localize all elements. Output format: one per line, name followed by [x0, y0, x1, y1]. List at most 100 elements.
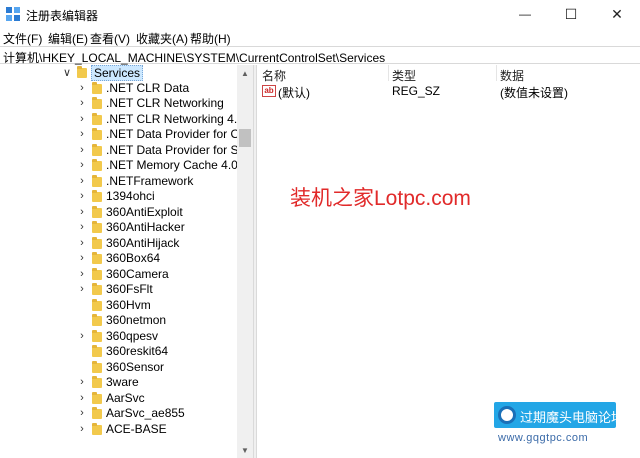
folder-icon — [92, 112, 102, 125]
folder-icon — [92, 407, 102, 419]
value-row[interactable]: ab (默认) REG_SZ (数值未设置) — [258, 83, 640, 100]
tree-item[interactable]: › 360AntiHacker — [0, 220, 237, 236]
tree-item-label: 360qpesv — [106, 328, 159, 343]
address-bar[interactable]: 计算机\HKEY_LOCAL_MACHINE\SYSTEM\CurrentCon… — [0, 46, 640, 65]
tree-item-label: 360netmon — [106, 313, 167, 327]
column-header-type[interactable]: 类型 — [392, 67, 416, 84]
chevron-right-icon[interactable]: › — [77, 221, 87, 233]
value-name: (默认) — [278, 86, 310, 100]
address-path: 计算机\HKEY_LOCAL_MACHINE\SYSTEM\CurrentCon… — [3, 51, 386, 65]
tree-item-label: .NET CLR Data — [106, 80, 190, 95]
chevron-down-icon[interactable]: ∨ — [62, 66, 72, 79]
chevron-right-icon[interactable]: › — [77, 159, 87, 171]
minimize-button[interactable]: — — [502, 0, 548, 28]
folder-icon — [92, 345, 102, 357]
chevron-right-icon[interactable]: › — [77, 82, 87, 94]
folder-icon — [92, 97, 102, 109]
tree-item[interactable]: 360Sensor — [0, 360, 237, 376]
chevron-right-icon[interactable]: › — [77, 268, 87, 280]
key-tree-pane[interactable]: ∨ Services › .NET CLR Data › .NET CLR Netwo… — [0, 65, 252, 458]
chevron-right-icon[interactable]: › — [77, 283, 87, 295]
column-header-data[interactable]: 数据 — [500, 67, 524, 84]
folder-icon — [92, 376, 102, 388]
menu-file[interactable]: 文件(F) — [3, 30, 42, 47]
chevron-right-icon[interactable]: › — [77, 392, 87, 404]
tree-item[interactable]: › .NETFramework — [0, 174, 237, 190]
forum-logo-text: 过期魔头电脑论坛 — [520, 410, 625, 425]
tree-item[interactable]: › ACE-BASE — [0, 422, 237, 438]
tree-item[interactable]: › .NET Memory Cache 4.0 — [0, 158, 237, 174]
chevron-right-icon[interactable]: › — [77, 330, 87, 342]
chevron-right-icon[interactable]: › — [77, 128, 87, 140]
chevron-right-icon[interactable]: › — [77, 175, 87, 187]
tree-item[interactable]: › .NET CLR Networking — [0, 96, 237, 112]
chevron-right-icon[interactable]: › — [77, 97, 87, 109]
folder-icon — [92, 174, 102, 187]
tree-item[interactable]: › 360Camera — [0, 267, 237, 283]
folder-icon — [92, 283, 102, 295]
regedit-app-icon — [6, 7, 20, 21]
tree-item[interactable]: › 3ware — [0, 375, 237, 391]
chevron-right-icon[interactable]: › — [77, 407, 87, 419]
tree-item[interactable]: › AarSvc — [0, 391, 237, 407]
values-list-pane[interactable]: 名称 类型 数据 ab (默认) REG_SZ (数值未设置) — [258, 65, 640, 458]
tree-item-label: .NETFramework — [106, 173, 194, 188]
chevron-right-icon[interactable]: › — [77, 237, 87, 249]
folder-icon — [92, 190, 102, 202]
scroll-thumb[interactable] — [239, 129, 251, 147]
column-divider[interactable] — [388, 65, 389, 81]
column-header-name[interactable]: 名称 — [262, 67, 286, 84]
tree-item-label: 360Sensor — [106, 359, 165, 374]
chevron-right-icon[interactable]: › — [77, 206, 87, 218]
menu-bar: 文件(F) 编辑(E) 查看(V) 收藏夹(A) 帮助(H) — [0, 28, 640, 46]
scroll-up-icon[interactable]: ▲ — [237, 65, 253, 81]
tree-item-services[interactable]: ∨ Services — [0, 65, 237, 81]
tree-item-label: 360AntiExploit — [106, 204, 183, 219]
folder-icon — [92, 391, 102, 404]
chevron-right-icon[interactable]: › — [77, 113, 87, 125]
tree-item-label: 360Hvm — [106, 297, 151, 312]
folder-icon — [92, 314, 102, 326]
tree-item[interactable]: › .NET Data Provider for Sq — [0, 143, 237, 159]
pane-splitter[interactable] — [253, 65, 257, 458]
tree-item[interactable]: 360reskit64 — [0, 344, 237, 360]
tree-item[interactable]: › 360Box64 — [0, 251, 237, 267]
tree-item[interactable]: › AarSvc_ae855 — [0, 406, 237, 422]
tree-item-label: AarSvc_ae855 — [106, 406, 185, 420]
tree-item[interactable]: › 360AntiExploit — [0, 205, 237, 221]
tree-item[interactable]: 360netmon — [0, 313, 237, 329]
chevron-right-icon[interactable]: › — [77, 252, 87, 264]
chevron-right-icon[interactable]: › — [77, 376, 87, 388]
folder-icon — [92, 252, 102, 264]
menu-favorites[interactable]: 收藏夹(A) — [136, 30, 188, 47]
value-data: (数值未设置) — [500, 86, 568, 100]
tree-item[interactable]: › 360FsFlt — [0, 282, 237, 298]
tree-item[interactable]: › 360qpesv — [0, 329, 237, 345]
window-title: 注册表编辑器 — [26, 9, 99, 23]
close-button[interactable]: ✕ — [594, 0, 640, 28]
folder-icon — [92, 221, 102, 233]
forum-logo: 过期魔头电脑论坛 — [494, 402, 624, 428]
menu-view[interactable]: 查看(V) — [90, 30, 130, 47]
maximize-button[interactable]: ☐ — [548, 0, 594, 28]
column-divider[interactable] — [496, 65, 497, 81]
tree-item[interactable]: 360Hvm — [0, 298, 237, 314]
value-type: REG_SZ — [392, 84, 441, 98]
tree-item[interactable]: › 1394ohci — [0, 189, 237, 205]
chevron-right-icon[interactable]: › — [77, 423, 87, 435]
tree-item-label: Services — [91, 65, 144, 81]
menu-help[interactable]: 帮助(H) — [190, 30, 231, 47]
chevron-right-icon[interactable]: › — [77, 190, 87, 202]
minimize-icon: — — [519, 7, 531, 21]
chevron-right-icon[interactable]: › — [77, 144, 87, 156]
tree-item-label: .NET Memory Cache 4.0 — [106, 158, 237, 172]
folder-icon — [77, 66, 87, 78]
tree-item-label: .NET Data Provider for Or — [106, 127, 237, 141]
tree-item[interactable]: › .NET CLR Data — [0, 81, 237, 97]
scroll-down-icon[interactable]: ▼ — [237, 442, 253, 458]
tree-vertical-scrollbar[interactable]: ▲ ▼ — [237, 65, 253, 458]
menu-edit[interactable]: 编辑(E) — [48, 30, 88, 47]
tree-item[interactable]: › 360AntiHijack — [0, 236, 237, 252]
tree-item[interactable]: › .NET Data Provider for Or — [0, 127, 237, 143]
tree-item[interactable]: › .NET CLR Networking 4.0. — [0, 112, 237, 128]
